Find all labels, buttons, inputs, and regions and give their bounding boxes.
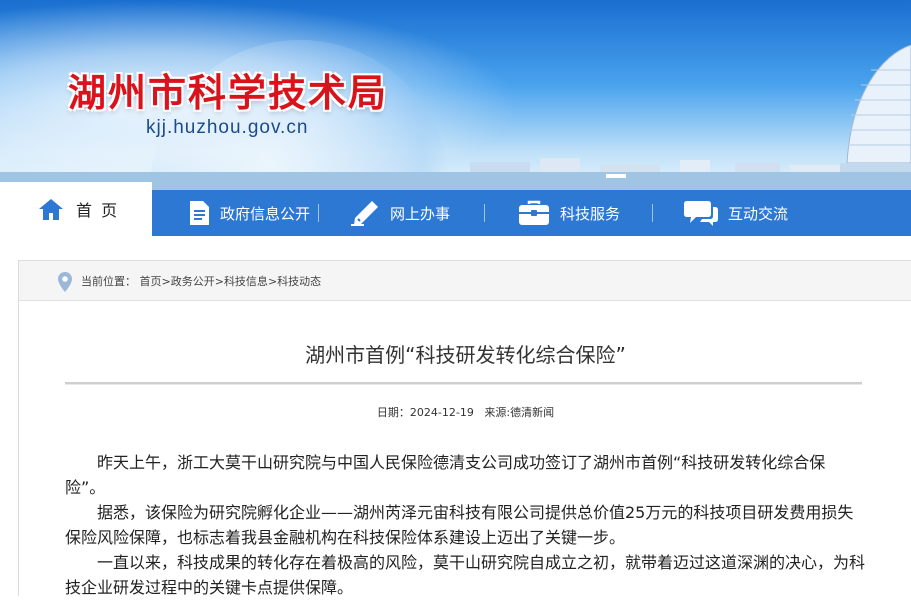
toolbox-icon [519,200,549,225]
article-date: 2024-12-19 [409,406,474,419]
breadcrumb-link-gov-affairs[interactable]: 政务公开 [171,275,215,288]
breadcrumb-link-home[interactable]: 首页 [140,275,162,288]
article-meta: 日期：2024-12-19 来源:德清新闻 [19,404,911,420]
home-icon [39,199,63,220]
article-paragraph: 据悉，该保险为研究院孵化企业——湖州芮泽元宙科技有限公司提供总价值25万元的科技… [65,503,854,547]
breadcrumb-separator: > [214,274,224,288]
nav-item-label: 科技服务 [560,204,621,223]
nav-item-label: 网上办事 [390,204,451,223]
breadcrumb-text: 当前位置： 首页>政务公开>科技信息>科技动态 [81,273,321,289]
breadcrumb-separator: > [161,274,171,288]
article-source: 德清新闻 [510,406,555,419]
site-banner: 湖州市科学技术局 kjj.huzhou.gov.cn [0,0,911,190]
article-paragraph: 昨天上午，浙工大莫干山研究院与中国人民保险德清支公司成功签订了湖州市首例“科技研… [65,453,826,497]
breadcrumb-link-tech-news[interactable]: 科技动态 [277,275,321,288]
nav-item-interaction[interactable]: 互动交流 [684,190,788,236]
breadcrumb-separator: > [267,274,278,288]
breadcrumb: 当前位置： 首页>政务公开>科技信息>科技动态 [19,261,911,301]
chat-icon [684,201,718,226]
nav-item-tech-service[interactable]: 科技服务 [518,190,620,236]
location-pin-icon [58,272,72,292]
nav-item-label: 互动交流 [728,204,789,223]
nav-item-label: 政府信息公开 [220,204,311,223]
breadcrumb-link-tech-info[interactable]: 科技信息 [224,275,268,288]
nav-item-online-service[interactable]: 网上办事 [350,190,450,236]
article-paragraph: 一直以来，科技成果的转化存在着极高的风险，莫干山研究院自成立之初，就带着迈过这道… [65,553,866,597]
date-label: 日期： [376,406,410,419]
nav-divider [652,204,653,222]
nav-item-home[interactable]: 首 页 [0,182,152,236]
nav-divider [484,204,485,222]
nav-item-label: 首 页 [76,201,120,220]
article-container: 当前位置： 首页>政务公开>科技信息>科技动态 湖州市首例“科技研发转化综合保险… [18,260,911,597]
title-divider [65,382,862,385]
source-label: 来源: [484,406,511,419]
nav-item-gov-info[interactable]: 政府信息公开 [188,190,310,236]
site-domain: kjj.huzhou.gov.cn [146,117,309,138]
main-nav: 首 页 政府信息公开 网上办事 科技服务 互动交流 [0,182,911,236]
document-icon [190,201,209,225]
article-title: 湖州市首例“科技研发转化综合保险” [305,343,626,367]
tower-building-image [846,45,911,163]
nav-divider [318,204,319,222]
article-body: 昨天上午，浙工大莫干山研究院与中国人民保险德清支公司成功签订了湖州市首例“科技研… [65,450,865,600]
site-title[interactable]: 湖州市科学技术局 [68,62,388,117]
breadcrumb-prefix: 当前位置： [81,274,136,288]
pen-icon [351,201,378,226]
